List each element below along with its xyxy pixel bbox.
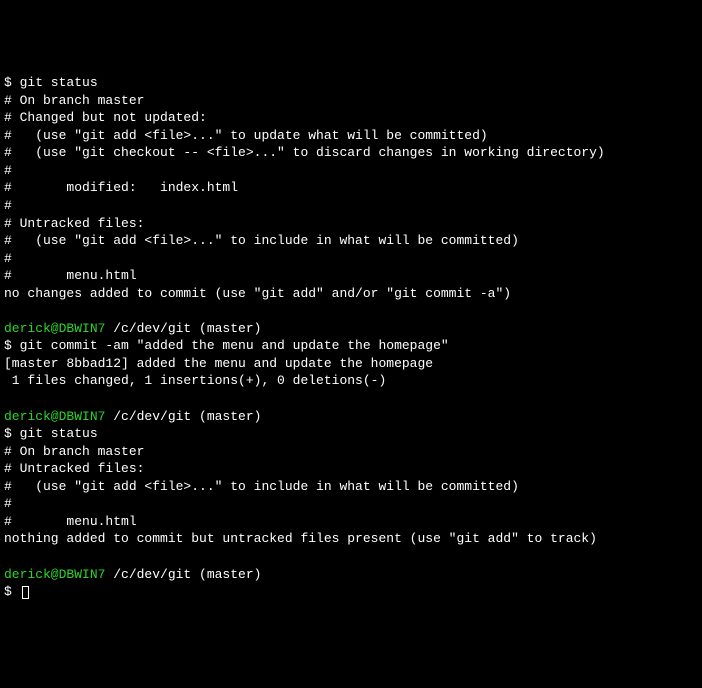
terminal-line: # — [4, 197, 698, 215]
terminal-segment: # Untracked files: — [4, 216, 144, 231]
terminal-line — [4, 390, 698, 408]
terminal-segment: derick@DBWIN7 — [4, 567, 113, 582]
terminal-line — [4, 548, 698, 566]
terminal-segment: # (use "git add <file>..." to include in… — [4, 233, 519, 248]
terminal-segment: 1 files changed, 1 insertions(+), 0 dele… — [4, 373, 386, 388]
terminal-segment: # menu.html — [4, 268, 137, 283]
terminal-line: derick@DBWIN7 /c/dev/git (master) — [4, 320, 698, 338]
terminal-segment: nothing added to commit but untracked fi… — [4, 531, 597, 546]
terminal-segment: [master 8bbad12] added the menu and upda… — [4, 356, 433, 371]
terminal-line: derick@DBWIN7 /c/dev/git (master) — [4, 408, 698, 426]
terminal-line: # — [4, 250, 698, 268]
terminal-line: [master 8bbad12] added the menu and upda… — [4, 355, 698, 373]
terminal-segment: $ git commit -am "added the menu and upd… — [4, 338, 449, 353]
terminal-line: derick@DBWIN7 /c/dev/git (master) — [4, 566, 698, 584]
terminal-segment: # — [4, 163, 12, 178]
terminal-segment: /c/dev/git (master) — [113, 321, 261, 336]
terminal-line: # menu.html — [4, 267, 698, 285]
terminal-segment: # menu.html — [4, 514, 137, 529]
terminal-segment: # Changed but not updated: — [4, 110, 207, 125]
terminal-line: # (use "git add <file>..." to include in… — [4, 232, 698, 250]
terminal-prompt-line[interactable]: $ — [4, 583, 698, 601]
terminal-line: # — [4, 495, 698, 513]
terminal-line: # Untracked files: — [4, 460, 698, 478]
terminal-line: $ git commit -am "added the menu and upd… — [4, 337, 698, 355]
terminal-segment: derick@DBWIN7 — [4, 321, 113, 336]
terminal-line — [4, 302, 698, 320]
terminal-line: # modified: index.html — [4, 179, 698, 197]
cursor-icon — [22, 586, 29, 599]
terminal-segment: derick@DBWIN7 — [4, 409, 113, 424]
terminal-line: # menu.html — [4, 513, 698, 531]
terminal-segment: $ git status — [4, 426, 98, 441]
terminal-line: $ git status — [4, 425, 698, 443]
terminal-output[interactable]: $ git status # On branch master # Changed … — [4, 74, 698, 600]
terminal-line: nothing added to commit but untracked fi… — [4, 530, 698, 548]
terminal-line: # — [4, 162, 698, 180]
terminal-line: # (use "git add <file>..." to update wha… — [4, 127, 698, 145]
terminal-segment: # (use "git add <file>..." to include in… — [4, 479, 519, 494]
terminal-line: no changes added to commit (use "git add… — [4, 285, 698, 303]
terminal-line: # On branch master — [4, 92, 698, 110]
terminal-line: # Untracked files: — [4, 215, 698, 233]
terminal-segment: $ git status — [4, 75, 98, 90]
terminal-segment: /c/dev/git (master) — [113, 409, 261, 424]
terminal-line: # (use "git checkout -- <file>..." to di… — [4, 144, 698, 162]
terminal-segment: # On branch master — [4, 444, 144, 459]
terminal-segment: # — [4, 496, 12, 511]
terminal-segment: # On branch master — [4, 93, 144, 108]
terminal-segment: # (use "git checkout -- <file>..." to di… — [4, 145, 605, 160]
terminal-segment: # — [4, 251, 12, 266]
terminal-line: # (use "git add <file>..." to include in… — [4, 478, 698, 496]
terminal-line: $ git status — [4, 74, 698, 92]
terminal-line: # On branch master — [4, 443, 698, 461]
terminal-segment: # modified: index.html — [4, 180, 238, 195]
terminal-line: # Changed but not updated: — [4, 109, 698, 127]
terminal-segment: # (use "git add <file>..." to update wha… — [4, 128, 488, 143]
terminal-segment: /c/dev/git (master) — [113, 567, 261, 582]
prompt-symbol: $ — [4, 584, 20, 599]
terminal-line: 1 files changed, 1 insertions(+), 0 dele… — [4, 372, 698, 390]
terminal-segment: no changes added to commit (use "git add… — [4, 286, 511, 301]
terminal-segment: # — [4, 198, 12, 213]
terminal-segment: # Untracked files: — [4, 461, 144, 476]
